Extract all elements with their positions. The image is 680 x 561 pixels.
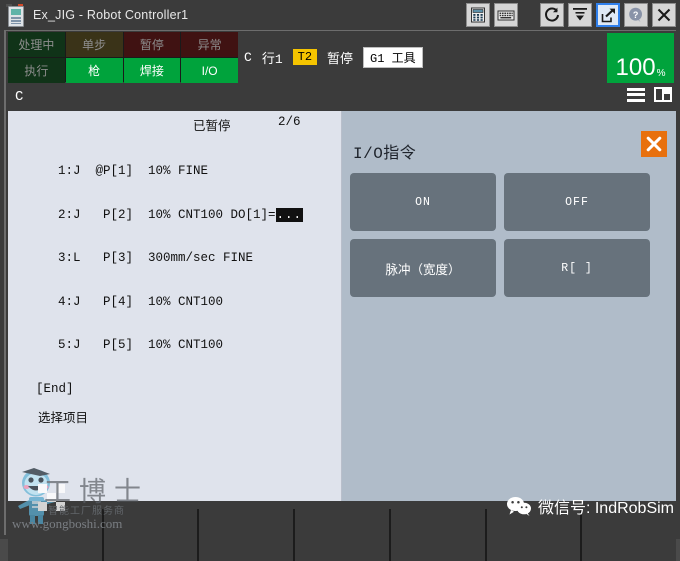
program-line[interactable]: 4:J P[4] 10% CNT100 [8, 295, 342, 310]
soft-key[interactable] [103, 509, 198, 561]
close-icon[interactable] [652, 3, 676, 27]
close-x-icon[interactable] [641, 131, 667, 157]
status-run[interactable]: 执行 [8, 58, 65, 83]
status-paused[interactable]: 暂停 [123, 32, 181, 57]
status-single-step[interactable]: 单步 [65, 32, 123, 57]
title-bar: Ex_JIG - Robot Controller1 ? [0, 0, 680, 30]
override-indicator: 100 % [607, 33, 674, 83]
restore-icon[interactable] [596, 3, 620, 27]
menu-row: C [8, 83, 676, 111]
svg-text:?: ? [633, 10, 639, 20]
help-icon[interactable]: ? [624, 3, 648, 27]
program-footer-prompt: 选择项目 [38, 411, 89, 425]
reset-icon[interactable] [540, 3, 564, 27]
status-processing[interactable]: 处理中 [8, 32, 65, 57]
status-bar: 处理中 单步 暂停 异常 执行 枪 焊接 I/O C 行1 T2 暂停 G1 工… [8, 32, 676, 83]
override-value: 100 [615, 54, 656, 81]
soft-key[interactable] [486, 509, 581, 561]
status-gun[interactable]: 枪 [65, 58, 123, 83]
io-button-off[interactable]: OFF [504, 173, 650, 231]
program-line-text: 5:J P[5] 10% CNT100 [58, 338, 224, 352]
menu-row-label: C [15, 89, 24, 105]
status-teach-mode-badge: T2 [292, 49, 318, 65]
status-io[interactable]: I/O [181, 58, 238, 83]
program-line[interactable]: 2:J P[2] 10% CNT100 DO[1]=... [8, 207, 342, 222]
pendant-screen: 处理中 单步 暂停 异常 执行 枪 焊接 I/O C 行1 T2 暂停 G1 工… [4, 30, 677, 561]
program-end-marker: [End] [36, 381, 74, 396]
program-lines: 1:J @P[1] 10% FINE 2:J P[2] 10% CNT100 D… [8, 135, 342, 425]
soft-key-bar [8, 509, 677, 561]
program-line[interactable]: 3:L P[3] 300mm/sec FINE [8, 251, 342, 266]
program-line-text: 2:J P[2] 10% CNT100 DO[1]= [58, 207, 276, 222]
program-line-text: 4:J P[4] 10% CNT100 [58, 294, 224, 309]
split-pane-icon[interactable] [654, 87, 672, 102]
menu-row-icons [627, 87, 672, 102]
program-line-counter: 2/6 [278, 115, 301, 129]
title-bar-buttons: ? [466, 3, 676, 27]
collapse-icon[interactable] [568, 3, 592, 27]
io-button-grid: ON OFF 脉冲（宽度） R[ ] [350, 173, 650, 297]
robot-controller-window: Ex_JIG - Robot Controller1 ? 处理中 单步 暂停 异… [0, 0, 680, 561]
program-status-text: 已暂停 [193, 119, 231, 133]
keyboard-icon[interactable] [494, 3, 518, 27]
status-indicator-grid: 处理中 单步 暂停 异常 执行 枪 焊接 I/O [8, 32, 238, 83]
status-tool-frame: G1 工具 [363, 46, 423, 68]
soft-key[interactable] [582, 509, 677, 561]
window-title: Ex_JIG - Robot Controller1 [33, 8, 189, 22]
main-content: 已暂停 2/6 1:J @P[1] 10% FINE 2:J P[2] 10% … [8, 111, 676, 501]
io-panel-title: I/O指令 [353, 145, 417, 163]
io-button-on[interactable]: ON [350, 173, 496, 231]
hamburger-menu-icon[interactable] [627, 87, 645, 102]
soft-key[interactable] [295, 509, 389, 561]
status-line-label: 行1 [261, 51, 283, 67]
override-unit: % [656, 68, 666, 79]
program-line[interactable]: 1:J @P[1] 10% FINE [8, 164, 342, 179]
soft-key[interactable] [199, 509, 294, 561]
io-button-register[interactable]: R[ ] [504, 239, 650, 297]
program-listing-pane[interactable]: 已暂停 2/6 1:J @P[1] 10% FINE 2:J P[2] 10% … [8, 111, 342, 501]
status-weld[interactable]: 焊接 [123, 58, 181, 83]
calculator-icon[interactable] [466, 3, 490, 27]
io-button-pulse-width[interactable]: 脉冲（宽度） [350, 239, 496, 297]
status-run-state: 暂停 [327, 51, 354, 67]
screen-bottom-gap [8, 501, 676, 509]
soft-key[interactable] [390, 509, 485, 561]
teach-pendant-icon [5, 4, 27, 27]
program-line-text: 3:L P[3] 300mm/sec FINE [58, 251, 254, 265]
status-fault[interactable]: 异常 [181, 32, 238, 57]
soft-key[interactable] [8, 509, 102, 561]
program-line-text: 1:J @P[1] 10% FINE [58, 164, 209, 178]
program-line[interactable]: 5:J P[5] 10% CNT100 [8, 338, 342, 353]
io-instruction-panel: I/O指令 ON OFF 脉冲（宽度） R[ ] [342, 111, 676, 501]
status-mode-char: C [244, 49, 252, 65]
edit-cursor-block[interactable]: ... [275, 207, 304, 222]
